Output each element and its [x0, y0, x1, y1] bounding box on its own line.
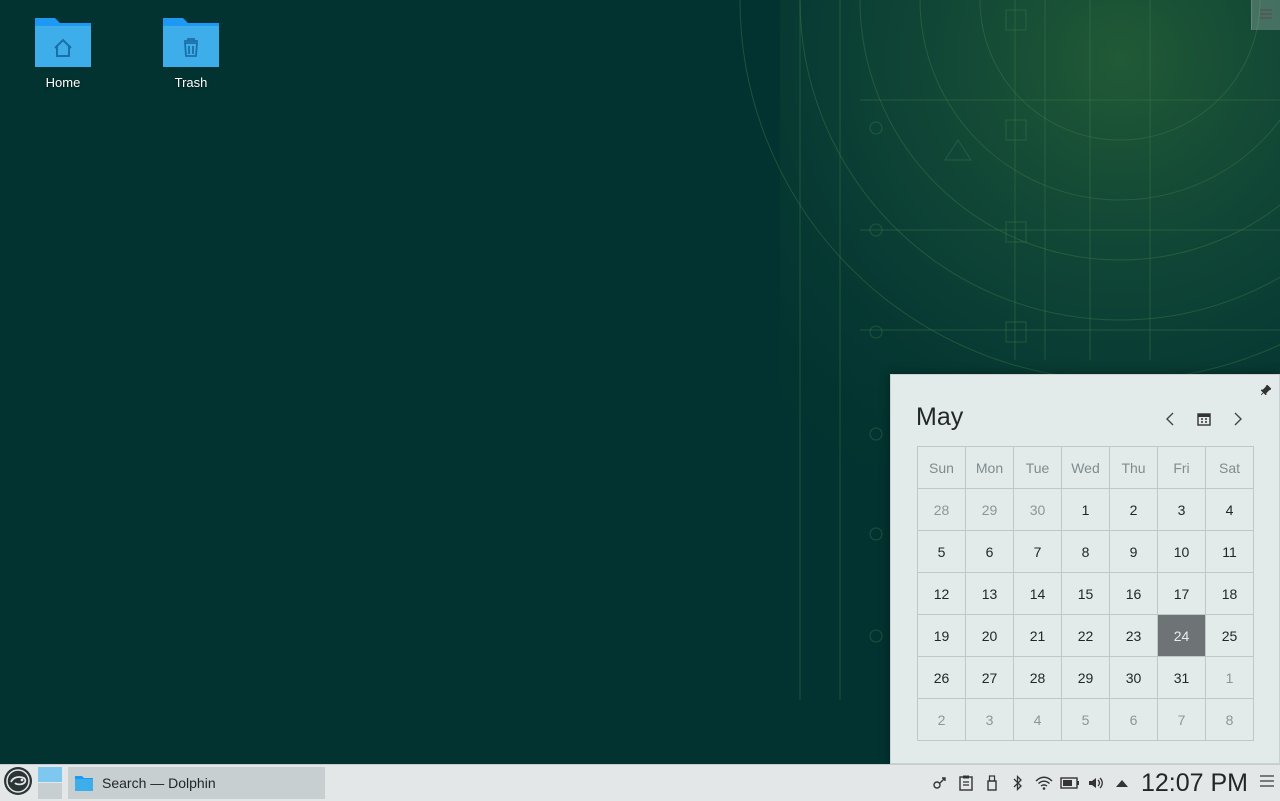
calendar-day[interactable]: 26 — [918, 657, 966, 699]
calendar-day[interactable]: 18 — [1206, 573, 1254, 615]
calendar-day[interactable]: 16 — [1110, 573, 1158, 615]
digital-clock[interactable]: 12:07 PM — [1141, 769, 1248, 798]
calendar-day[interactable]: 14 — [1014, 573, 1062, 615]
calendar-day[interactable]: 28 — [1014, 657, 1062, 699]
calendar-popup: May Sun Mon Tue Wed Thu Fri Sat 28 29 30 1 2 3 4 5 6 7 8 9… — [890, 374, 1280, 764]
home-folder-icon — [13, 12, 113, 71]
opensuse-logo-icon — [3, 766, 33, 801]
calendar-day[interactable]: 4 — [1206, 489, 1254, 531]
dolphin-folder-icon — [74, 774, 94, 792]
calendar-day[interactable]: 28 — [918, 489, 966, 531]
calendar-day[interactable]: 27 — [966, 657, 1014, 699]
usb-device-icon[interactable] — [979, 765, 1005, 801]
panel-options-button[interactable] — [1254, 765, 1280, 801]
trash-folder-icon — [141, 12, 241, 71]
clipboard-icon[interactable] — [953, 765, 979, 801]
calendar-day[interactable]: 10 — [1158, 531, 1206, 573]
calendar-day[interactable]: 5 — [918, 531, 966, 573]
calendar-day-today[interactable]: 24 — [1158, 615, 1206, 657]
task-title: Search — Dolphin — [102, 775, 216, 791]
calendar-day[interactable]: 19 — [918, 615, 966, 657]
system-tray: 12:07 PM — [927, 765, 1280, 801]
hamburger-menu-icon — [1260, 6, 1272, 24]
desktop-1[interactable] — [38, 767, 62, 782]
chevron-left-icon — [1165, 412, 1175, 431]
calendar-day[interactable]: 31 — [1158, 657, 1206, 699]
desktop-icon-trash[interactable]: Trash — [141, 12, 241, 90]
desktop-2[interactable] — [38, 783, 62, 799]
calendar-day[interactable]: 11 — [1206, 531, 1254, 573]
calendar-day[interactable]: 25 — [1206, 615, 1254, 657]
volume-icon[interactable] — [1083, 765, 1109, 801]
calendar-day[interactable]: 1 — [1062, 489, 1110, 531]
calendar-day[interactable]: 3 — [1158, 489, 1206, 531]
calendar-day[interactable]: 6 — [1110, 699, 1158, 741]
calendar-day[interactable]: 8 — [1062, 531, 1110, 573]
kde-connect-icon[interactable] — [927, 765, 953, 801]
pin-icon[interactable] — [1260, 384, 1272, 398]
calendar-day[interactable]: 21 — [1014, 615, 1062, 657]
calendar-day[interactable]: 22 — [1062, 615, 1110, 657]
calendar-day[interactable]: 29 — [1062, 657, 1110, 699]
calendar-day[interactable]: 30 — [1014, 489, 1062, 531]
taskbar-task-dolphin[interactable]: Search — Dolphin — [68, 767, 325, 799]
calendar-day[interactable]: 23 — [1110, 615, 1158, 657]
calendar-day[interactable]: 30 — [1110, 657, 1158, 699]
next-month-button[interactable] — [1227, 410, 1249, 432]
calendar-day[interactable]: 29 — [966, 489, 1014, 531]
virtual-desktop-pager[interactable] — [38, 767, 62, 799]
taskbar: Search — Dolphin 12:07 PM — [0, 764, 1280, 801]
wifi-icon[interactable] — [1031, 765, 1057, 801]
weekday-header: Sat — [1206, 447, 1254, 489]
calendar-day[interactable]: 3 — [966, 699, 1014, 741]
calendar-day[interactable]: 20 — [966, 615, 1014, 657]
weekday-header: Sun — [918, 447, 966, 489]
calendar-day[interactable]: 4 — [1014, 699, 1062, 741]
calendar-day[interactable]: 8 — [1206, 699, 1254, 741]
application-launcher-button[interactable] — [0, 765, 36, 801]
chevron-right-icon — [1233, 412, 1243, 431]
calendar-today-icon — [1197, 412, 1211, 431]
weekday-header: Tue — [1014, 447, 1062, 489]
calendar-day[interactable]: 12 — [918, 573, 966, 615]
today-button[interactable] — [1193, 410, 1215, 432]
desktop-icon-label: Home — [45, 75, 81, 90]
calendar-day[interactable]: 2 — [1110, 489, 1158, 531]
weekday-header: Mon — [966, 447, 1014, 489]
bluetooth-icon[interactable] — [1005, 765, 1031, 801]
calendar-day[interactable]: 13 — [966, 573, 1014, 615]
weekday-header: Fri — [1158, 447, 1206, 489]
desktop-icon-label: Trash — [174, 75, 208, 90]
previous-month-button[interactable] — [1159, 410, 1181, 432]
calendar-day[interactable]: 1 — [1206, 657, 1254, 699]
calendar-month-title: May — [916, 403, 964, 431]
weekday-header: Thu — [1110, 447, 1158, 489]
calendar-day[interactable]: 2 — [918, 699, 966, 741]
calendar-day[interactable]: 15 — [1062, 573, 1110, 615]
calendar-day[interactable]: 7 — [1158, 699, 1206, 741]
desktop-toolbox-button[interactable] — [1251, 0, 1280, 30]
calendar-day[interactable]: 5 — [1062, 699, 1110, 741]
calendar-day[interactable]: 17 — [1158, 573, 1206, 615]
desktop-icon-home[interactable]: Home — [13, 12, 113, 90]
hamburger-menu-icon — [1260, 774, 1274, 792]
calendar-grid: Sun Mon Tue Wed Thu Fri Sat 28 29 30 1 2 3 4 5 6 7 8 9 10 11… — [917, 446, 1254, 741]
calendar-day[interactable]: 7 — [1014, 531, 1062, 573]
calendar-day[interactable]: 9 — [1110, 531, 1158, 573]
weekday-header: Wed — [1062, 447, 1110, 489]
battery-icon[interactable] — [1057, 765, 1083, 801]
calendar-day[interactable]: 6 — [966, 531, 1014, 573]
expand-tray-icon[interactable] — [1109, 765, 1135, 801]
